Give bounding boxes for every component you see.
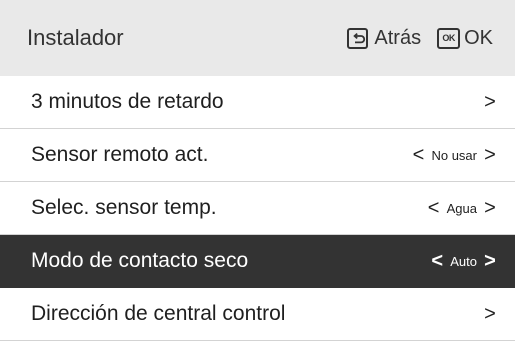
menu-item-value-group: < Auto > [430, 250, 497, 273]
menu-item-3-minutos-retardo[interactable]: 3 minutos de retardo > [0, 76, 515, 129]
back-label[interactable]: Atrás [374, 27, 421, 50]
chevron-right-icon[interactable]: > [483, 197, 497, 220]
menu-item-label: Modo de contacto seco [31, 249, 249, 272]
chevron-right-icon[interactable]: > [483, 91, 497, 114]
chevron-right-icon[interactable]: > [483, 144, 497, 167]
ok-label[interactable]: OK [464, 27, 493, 50]
chevron-right-icon[interactable]: > [483, 303, 497, 326]
menu-item-sensor-remoto[interactable]: Sensor remoto act. < No usar > [0, 129, 515, 182]
chevron-left-icon[interactable]: < [411, 144, 425, 167]
menu-item-label: 3 minutos de retardo [31, 90, 224, 113]
menu-item-value-group: < Agua > [427, 197, 497, 220]
menu-item-value-group: > [483, 303, 497, 326]
back-icon[interactable] [347, 27, 369, 49]
menu-item-value: Agua [446, 200, 477, 216]
ok-icon[interactable]: OK [437, 27, 461, 49]
installer-menu: 3 minutos de retardo > Sensor remoto act… [0, 76, 515, 341]
menu-item-value-group: > [483, 91, 497, 114]
header-actions: Atrás OK OK [347, 27, 493, 50]
menu-item-value-group: < No usar > [411, 144, 497, 167]
menu-item-value: No usar [431, 147, 477, 163]
menu-item-label: Dirección de central control [31, 302, 286, 325]
chevron-left-icon[interactable]: < [427, 197, 441, 220]
menu-item-contacto-seco[interactable]: Modo de contacto seco < Auto > [0, 235, 515, 288]
menu-item-label: Sensor remoto act. [31, 143, 209, 166]
chevron-left-icon[interactable]: < [430, 250, 444, 273]
page-title: Instalador [27, 25, 124, 50]
menu-item-central-control[interactable]: Dirección de central control > [0, 288, 515, 341]
header-bar: Instalador Atrás OK OK [0, 0, 515, 76]
menu-item-sensor-temp[interactable]: Selec. sensor temp. < Agua > [0, 182, 515, 235]
chevron-right-icon[interactable]: > [483, 250, 497, 273]
menu-item-label: Selec. sensor temp. [31, 196, 217, 219]
menu-item-value: Auto [450, 253, 477, 269]
